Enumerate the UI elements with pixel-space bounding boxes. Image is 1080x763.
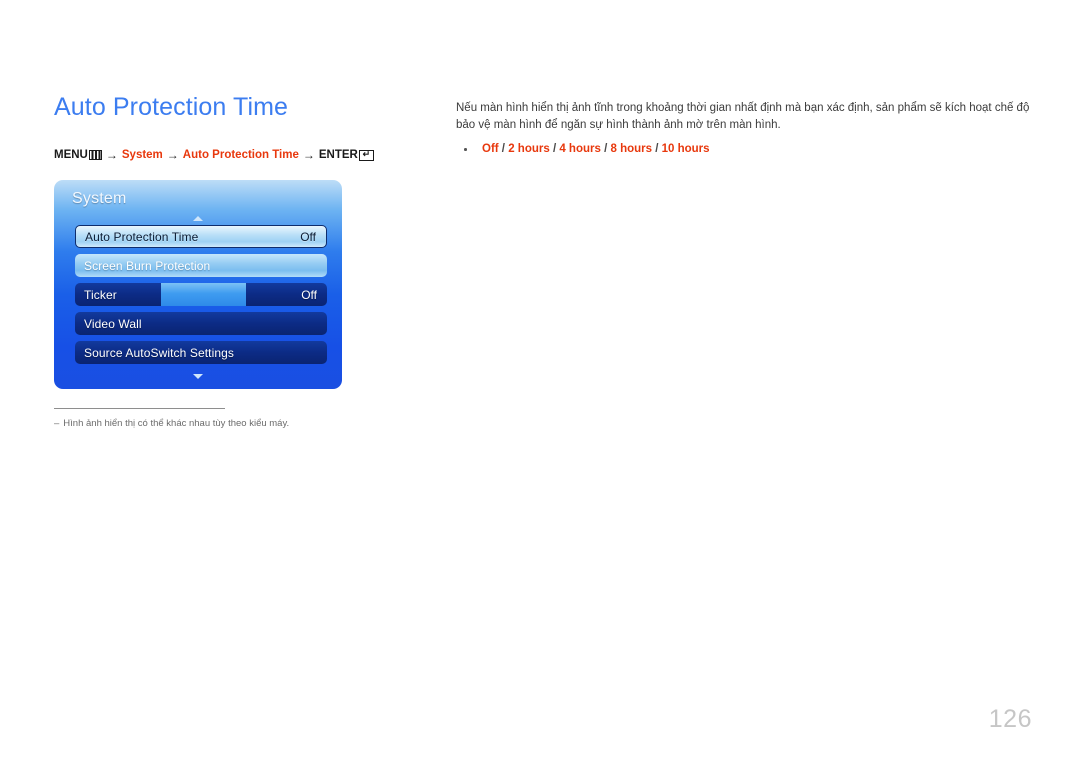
menu-bars-icon [88,150,102,160]
options-list-text: Off / 2 hours / 4 hours / 8 hours / 10 h… [482,143,710,155]
breadcrumb-enter-label: ENTER [318,149,358,161]
osd-row-label: Screen Burn Protection [84,258,211,273]
triangle-up-icon[interactable] [193,216,203,221]
option-separator: / [498,143,509,155]
footnote-divider [54,408,225,409]
osd-row-value: Off [300,229,316,244]
footnote-dash: – [54,418,60,429]
osd-row-label: Auto Protection Time [85,229,199,244]
description-paragraph: Nếu màn hình hiển thị ảnh tĩnh trong kho… [456,102,1030,131]
option-separator: / [549,143,560,155]
osd-row-video-wall[interactable]: Video Wall [75,312,327,335]
breadcrumb-arrow-2: → [166,148,179,162]
osd-row-label: Source AutoSwitch Settings [84,345,235,360]
osd-row-source-autoswitch-settings[interactable]: Source AutoSwitch Settings [75,341,327,364]
left-column: Auto Protection Time MENU → System → Aut… [54,92,434,162]
option-value: 4 hours [559,143,601,155]
osd-row-highlight-block [161,283,246,306]
page-number: 126 [988,705,1032,733]
enter-return-icon: ↵ [358,148,374,161]
breadcrumb-menu-label: MENU [54,149,88,161]
page-title: Auto Protection Time [54,93,289,121]
right-column: Nếu màn hình hiển thị ảnh tĩnh trong kho… [456,100,1032,157]
osd-menu-list: Auto Protection Time Off Screen Burn Pro… [75,225,327,370]
options-list-item: Off / 2 hours / 4 hours / 8 hours / 10 h… [456,142,1032,157]
osd-row-ticker[interactable]: Ticker Off [75,283,327,306]
breadcrumb: MENU → System → Auto Protection Time → E… [54,148,434,162]
bullet-dot-icon [464,148,467,151]
option-value: 8 hours [610,143,653,155]
breadcrumb-step-feature: Auto Protection Time [182,149,299,161]
breadcrumb-arrow-1: → [105,148,118,162]
breadcrumb-step-system: System [121,149,163,161]
triangle-down-icon[interactable] [193,374,203,379]
footnote-text-row: – Hình ảnh hiển thị có thể khác nhau tùy … [54,418,394,430]
osd-row-auto-protection-time[interactable]: Auto Protection Time Off [75,225,327,248]
osd-row-label: Ticker [84,287,117,302]
osd-row-screen-burn-protection[interactable]: Screen Burn Protection [75,254,327,277]
osd-panel-title: System [72,190,127,207]
option-separator: / [652,143,662,155]
option-value: Off [482,143,499,155]
option-value: 2 hours [508,143,550,155]
option-value: 10 hours [661,143,710,155]
osd-menu-panel: System Auto Protection Time Off Screen B… [54,180,342,389]
osd-row-value: Off [301,287,317,302]
options-list: Off / 2 hours / 4 hours / 8 hours / 10 h… [456,142,1032,157]
footnote-text: Hình ảnh hiển thị có thể khác nhau tùy t… [63,418,290,429]
breadcrumb-arrow-3: → [302,148,315,162]
footnote-block: – Hình ảnh hiển thị có thể khác nhau tùy … [54,408,394,430]
osd-row-label: Video Wall [84,316,142,331]
enter-return-glyph: ↵ [362,148,371,159]
